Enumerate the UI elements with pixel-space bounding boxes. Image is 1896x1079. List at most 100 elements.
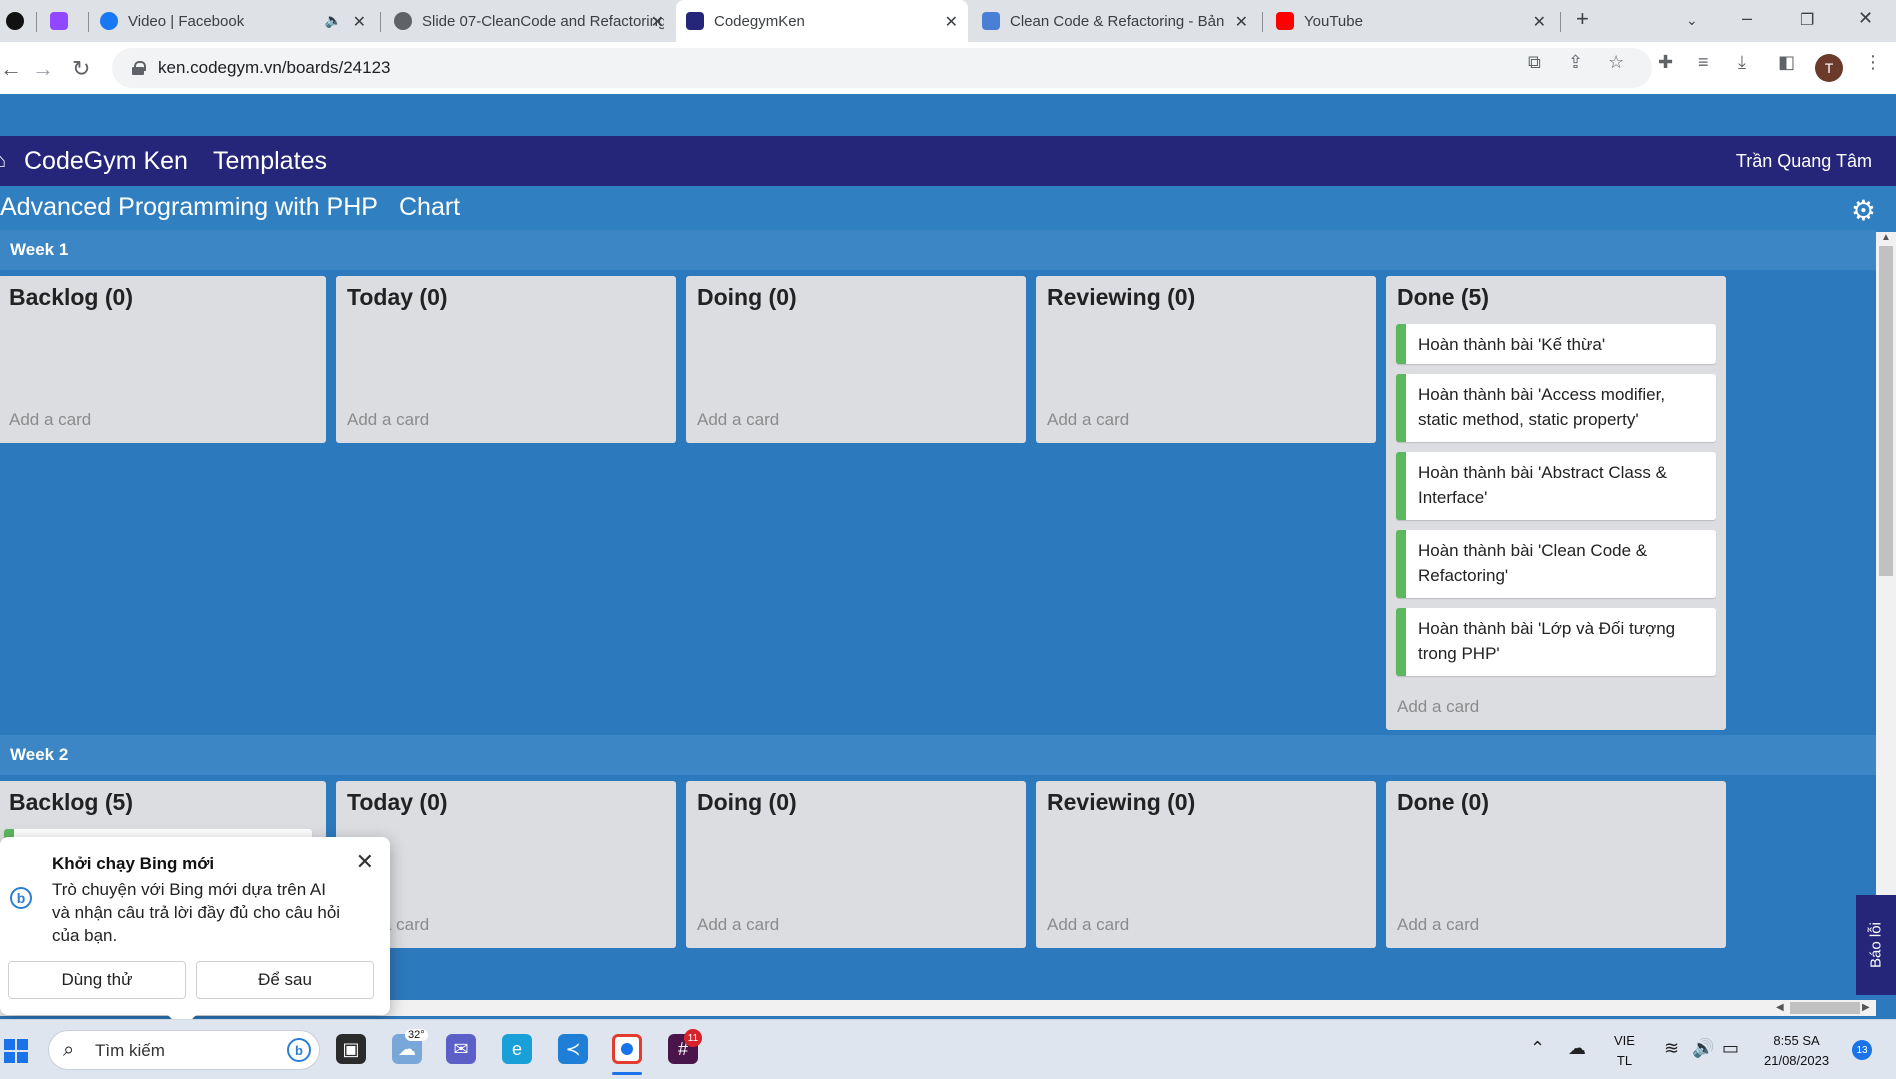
url-text[interactable]: ken.codegym.vn/boards/24123: [158, 58, 391, 78]
brand-link[interactable]: CodeGym Ken: [24, 147, 188, 176]
week-header[interactable]: Week 1: [0, 230, 1876, 270]
media-queue-icon[interactable]: ≡: [1698, 52, 1709, 73]
add-card-button[interactable]: Add a card: [1397, 915, 1479, 935]
task-card[interactable]: Hoàn thành bài 'Lớp và Đối tượng trong P…: [1396, 608, 1716, 676]
bookmark-star-icon[interactable]: ☆: [1608, 52, 1624, 73]
omnibox[interactable]: ken.codegym.vn/boards/24123: [112, 48, 1652, 88]
tab-title: Clean Code & Refactoring - Bản: [1010, 12, 1225, 30]
taskbar-search-input[interactable]: ⌕ Tìm kiếm b: [48, 1030, 320, 1070]
try-button[interactable]: Dùng thử: [8, 961, 186, 999]
chrome-icon[interactable]: [612, 1034, 642, 1064]
profile-avatar[interactable]: T: [1815, 54, 1843, 82]
scroll-thumb[interactable]: [1790, 1002, 1860, 1014]
scroll-left-icon[interactable]: ◀: [1776, 1002, 1784, 1013]
templates-link[interactable]: Templates: [213, 147, 327, 176]
list-title: Reviewing (0): [1047, 284, 1196, 310]
task-card[interactable]: Hoàn thành bài 'Clean Code & Refactoring…: [1396, 530, 1716, 598]
facebook-favicon-icon: [100, 12, 118, 30]
report-bug-tab[interactable]: Báo lỗi: [1856, 895, 1896, 995]
tab-pinned-2[interactable]: [42, 0, 82, 42]
edge-icon[interactable]: e: [502, 1034, 532, 1064]
close-tab-icon[interactable]: ✕: [1235, 12, 1248, 32]
task-card[interactable]: Hoàn thành bài 'Kế thừa': [1396, 324, 1716, 364]
extensions-icon[interactable]: ✚: [1658, 52, 1673, 73]
home-icon[interactable]: ⌂: [0, 150, 6, 173]
show-hidden-icons-icon[interactable]: ⌃: [1530, 1038, 1545, 1059]
teams-chat-icon[interactable]: ✉: [446, 1034, 476, 1064]
tab-search-icon[interactable]: ⌄: [1686, 12, 1698, 29]
list-title: Today (0): [347, 284, 448, 310]
codegym-favicon-icon: [686, 12, 704, 30]
reload-icon[interactable]: ↻: [72, 56, 90, 82]
system-clock[interactable]: 8:55 SA 21/08/2023: [1764, 1031, 1829, 1071]
list-title: Today (0): [347, 789, 448, 815]
gear-icon[interactable]: ⚙: [1851, 194, 1876, 227]
address-toolbar: ← → ↻ ken.codegym.vn/boards/24123 ⧉ ⇪ ☆ …: [0, 42, 1896, 94]
wifi-icon[interactable]: ≋: [1664, 1038, 1679, 1059]
vertical-scrollbar[interactable]: ▲ ▼: [1876, 232, 1896, 986]
close-tab-icon[interactable]: ✕: [1533, 12, 1546, 32]
tab-codegymken[interactable]: CodegymKen ✕: [676, 0, 968, 42]
scroll-up-icon[interactable]: ▲: [1881, 232, 1891, 243]
restore-icon[interactable]: ❐: [1800, 10, 1814, 30]
vscode-icon[interactable]: ≺: [558, 1034, 588, 1064]
download-icon[interactable]: ⤓: [1738, 52, 1746, 73]
scroll-thumb[interactable]: [1879, 246, 1893, 576]
task-card[interactable]: Hoàn thành bài 'Access modifier, static …: [1396, 374, 1716, 442]
chart-link[interactable]: Chart: [399, 193, 460, 222]
search-placeholder: Tìm kiếm: [95, 1041, 165, 1060]
volume-icon[interactable]: 🔊: [1692, 1038, 1714, 1059]
task-card[interactable]: Hoàn thành bài 'Abstract Class & Interfa…: [1396, 452, 1716, 520]
list-reviewing: Reviewing (0) Add a card: [1036, 781, 1376, 948]
user-name[interactable]: Trần Quang Tâm: [1736, 151, 1872, 172]
tab-youtube[interactable]: YouTube ✕: [1266, 0, 1556, 42]
task-view-icon[interactable]: ▣: [336, 1034, 366, 1064]
close-tab-icon[interactable]: ✕: [353, 12, 366, 32]
onedrive-icon[interactable]: ☁: [1568, 1038, 1586, 1059]
add-card-button[interactable]: Add a card: [1397, 697, 1479, 717]
popup-body: Trò chuyện với Bing mới dựa trên AI và n…: [52, 880, 341, 945]
list-title: Backlog (0): [9, 284, 133, 310]
add-card-button[interactable]: Add a card: [697, 410, 779, 430]
close-tab-icon[interactable]: ✕: [945, 12, 958, 32]
add-card-button[interactable]: Add a card: [1047, 410, 1129, 430]
minimize-icon[interactable]: –: [1742, 8, 1752, 29]
back-icon[interactable]: ←: [0, 56, 22, 82]
list-title: Done (0): [1397, 789, 1489, 815]
battery-icon[interactable]: ▭: [1722, 1038, 1739, 1059]
close-window-icon[interactable]: ✕: [1858, 8, 1873, 29]
close-tab-icon[interactable]: ✕: [651, 12, 664, 32]
share-icon[interactable]: ⇪: [1568, 52, 1583, 73]
app-badge: 11: [684, 1029, 702, 1047]
list-doing: Doing (0) Add a card: [686, 781, 1026, 948]
later-button[interactable]: Để sau: [196, 961, 374, 999]
speaker-icon[interactable]: 🔈: [325, 12, 342, 29]
tab-slide[interactable]: Slide 07-CleanCode and Refactoring ✕: [384, 0, 674, 42]
translate-icon[interactable]: ⧉: [1528, 52, 1541, 73]
week-header[interactable]: Week 2: [0, 735, 1876, 775]
tab-facebook[interactable]: Video | Facebook 🔈 ✕: [90, 0, 376, 42]
more-menu-icon[interactable]: ⋮: [1864, 52, 1882, 73]
list-title: Backlog (5): [9, 789, 133, 815]
lock-icon[interactable]: [132, 61, 146, 75]
add-card-button[interactable]: Add a card: [1047, 915, 1129, 935]
board-title[interactable]: Advanced Programming with PHP: [0, 193, 378, 222]
windows-start-icon[interactable]: [4, 1039, 28, 1063]
scroll-right-icon[interactable]: ▶: [1862, 1002, 1870, 1013]
new-tab-icon[interactable]: +: [1576, 6, 1589, 32]
language-indicator[interactable]: VIE TL: [1614, 1031, 1635, 1071]
tab-clean-code[interactable]: Clean Code & Refactoring - Bản ✕: [972, 0, 1258, 42]
card-title: Hoàn thành bài 'Access modifier, static …: [1418, 385, 1666, 429]
add-card-button[interactable]: Add a card: [347, 410, 429, 430]
add-card-button[interactable]: Add a card: [9, 410, 91, 430]
forward-icon[interactable]: →: [32, 56, 54, 82]
bing-logo-icon: b: [10, 887, 32, 909]
twitch-favicon-icon: [50, 12, 68, 30]
add-card-button[interactable]: Add a card: [697, 915, 779, 935]
close-icon[interactable]: ✕: [356, 849, 374, 875]
tab-pinned-1[interactable]: [0, 0, 30, 42]
card-title: Hoàn thành bài 'Abstract Class & Interfa…: [1418, 463, 1667, 507]
side-panel-icon[interactable]: ◧: [1778, 52, 1795, 73]
bing-icon[interactable]: b: [287, 1038, 311, 1062]
notification-count-badge[interactable]: 13: [1852, 1040, 1872, 1060]
